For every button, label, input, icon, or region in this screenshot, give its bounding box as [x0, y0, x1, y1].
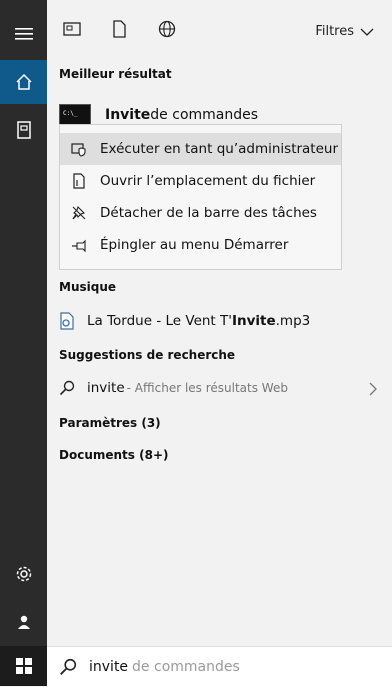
file-location-icon	[70, 172, 88, 190]
search-autocomplete: de commandes	[132, 659, 240, 675]
menu-item-pin-start[interactable]: Épingler au menu Démarrer	[60, 229, 341, 261]
menu-item-run-as-admin[interactable]: Exécuter en tant qu’administrateur	[60, 133, 341, 165]
notebook-icon	[16, 121, 31, 139]
best-result-item[interactable]: C:\_ Invite de commandes	[59, 104, 258, 126]
search-box[interactable]: invite de commandes	[47, 646, 392, 687]
section-suggestions: Suggestions de recherche	[59, 348, 236, 362]
home-icon	[15, 73, 32, 90]
best-result-name-rest: de commandes	[150, 107, 259, 123]
section-settings[interactable]: Paramètres (3)	[59, 416, 161, 430]
apps-filter-icon[interactable]	[63, 20, 81, 38]
chevron-right-icon[interactable]	[369, 382, 377, 396]
web-filter-icon[interactable]	[158, 20, 176, 38]
search-query: invite	[89, 659, 129, 675]
start-menu-rail	[0, 0, 47, 686]
feedback-button[interactable]	[0, 600, 47, 644]
music-name-suffix: .mp3	[275, 313, 311, 329]
best-result-name-bold: Invite	[105, 107, 151, 123]
gear-icon	[16, 566, 31, 582]
section-music: Musique	[59, 280, 117, 294]
menu-item-unpin-taskbar[interactable]: Détacher de la barre des tâches	[60, 197, 341, 229]
filters-label: Filtres	[315, 24, 354, 39]
settings-button[interactable]	[0, 552, 47, 596]
search-icon	[60, 658, 77, 675]
search-icon	[59, 380, 75, 396]
web-suggestion-query: invite	[87, 380, 125, 396]
filters-dropdown[interactable]: Filtres	[315, 24, 374, 39]
menu-item-label: Détacher de la barre des tâches	[100, 205, 317, 221]
results-toolbar: Filtres	[47, 0, 392, 56]
music-file-icon	[60, 312, 74, 330]
section-best-result: Meilleur résultat	[59, 67, 172, 81]
menu-item-label: Exécuter en tant qu’administrateur	[100, 141, 339, 157]
user-feedback-icon	[17, 615, 30, 629]
web-suggestion-item[interactable]: invite - Afficher les résultats Web	[59, 380, 379, 396]
music-result-item[interactable]: La Tordue - Le Vent T' Invite .mp3	[59, 312, 310, 330]
web-suggestion-hint: - Afficher les résultats Web	[126, 381, 288, 395]
menu-item-label: Épingler au menu Démarrer	[100, 237, 289, 253]
notebook-button[interactable]	[0, 108, 47, 152]
music-name-prefix: La Tordue - Le Vent T'	[87, 313, 232, 329]
menu-item-open-location[interactable]: Ouvrir l’emplacement du fichier	[60, 165, 341, 197]
pin-icon	[70, 236, 88, 254]
hamburger-icon	[14, 28, 33, 40]
admin-shield-icon	[70, 140, 88, 158]
context-menu: Exécuter en tant qu’administrateur Ouvri…	[59, 124, 342, 270]
section-documents[interactable]: Documents (8+)	[59, 448, 168, 462]
command-prompt-icon: C:\_	[59, 104, 91, 126]
start-button[interactable]	[0, 646, 47, 686]
unpin-icon	[70, 204, 88, 222]
menu-item-label: Ouvrir l’emplacement du fichier	[100, 173, 316, 189]
search-results-panel: Filtres Meilleur résultat C:\_ Invite de…	[47, 0, 392, 646]
home-button[interactable]	[0, 60, 47, 104]
windows-logo-icon	[15, 658, 32, 674]
svg-text:C:\_: C:\_	[63, 110, 78, 117]
music-name-bold: Invite	[231, 313, 276, 329]
hamburger-menu-button[interactable]	[0, 12, 47, 56]
chevron-down-icon	[360, 28, 374, 36]
documents-filter-icon[interactable]	[110, 20, 128, 38]
